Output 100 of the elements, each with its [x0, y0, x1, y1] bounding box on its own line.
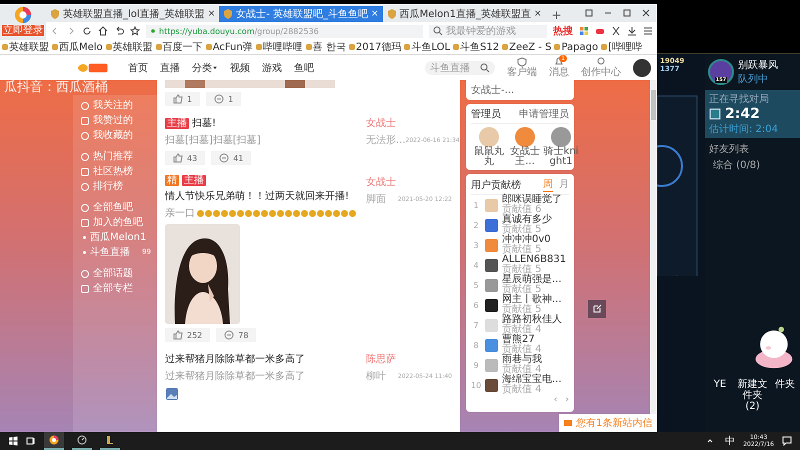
task-view-icon[interactable] [26, 436, 36, 446]
post-title[interactable]: 扫墓! [192, 116, 216, 130]
tab-close-button[interactable]: × [534, 9, 542, 19]
comment-button[interactable]: 78 [216, 328, 256, 342]
new-tab-button[interactable]: + [546, 8, 568, 22]
user-name[interactable]: 曹熊27 [502, 335, 542, 345]
maximize-icon[interactable] [622, 8, 632, 18]
bookmark[interactable]: 西瓜Melo [52, 40, 103, 54]
bell-icon [554, 57, 564, 67]
bookmark[interactable]: [哔哩哔 [601, 40, 642, 54]
hot-search-link[interactable]: 热搜 [553, 24, 573, 38]
post-tag: 主播 [182, 175, 206, 186]
download-icon[interactable] [627, 26, 637, 36]
notification-icon[interactable] [782, 436, 792, 446]
user-name[interactable]: 海绵宝宝电... [502, 375, 562, 385]
dial-icon [77, 435, 87, 445]
user-name[interactable]: 冲冲冲0v0 [502, 235, 551, 245]
rank-number: 2 [472, 220, 480, 230]
close-icon[interactable] [641, 8, 651, 18]
contribution-score: 贡献值 4 [502, 345, 542, 355]
nav-link[interactable]: 游戏 [262, 60, 282, 74]
like-button[interactable]: 43 [165, 151, 206, 165]
like-button[interactable]: 252 [165, 328, 210, 342]
thumbs-up-icon [173, 330, 183, 340]
post-excerpt: 亲一口 [165, 206, 195, 220]
comment-button[interactable]: 1 [206, 92, 242, 106]
admin-name[interactable]: 女战士王... [507, 147, 543, 167]
card-title: 用户贡献榜 [471, 178, 521, 192]
secure-icon [150, 28, 156, 34]
bookmark[interactable]: 英雄联盟 [2, 40, 49, 54]
tab-close-button[interactable]: × [371, 9, 379, 19]
user-avatar[interactable] [633, 58, 651, 76]
bookmark[interactable]: Papago [554, 42, 598, 52]
nav-link[interactable]: 分类 [192, 60, 218, 74]
post-tag: 精 [165, 175, 179, 186]
rank-number: 6 [472, 300, 480, 310]
bookmark[interactable]: 斗鱼S12 [453, 40, 500, 54]
browser-tab[interactable]: 英雄联盟直播_lol直播_英雄联盟 × [46, 6, 220, 22]
start-icon[interactable] [8, 436, 18, 446]
admin-name[interactable]: 鼠鼠丸丸 [471, 147, 507, 167]
user-avatar[interactable] [485, 298, 498, 312]
comment-button[interactable]: 41 [211, 151, 252, 165]
desktop-icon-label[interactable]: 新建文件夹 (2) [738, 379, 768, 412]
contribution-score: 贡献值 5 [502, 245, 542, 255]
header-tool-button[interactable]: 创作中心 [581, 57, 621, 78]
thumbs-up-icon [173, 153, 183, 163]
user-avatar[interactable] [485, 258, 498, 272]
write-post-button[interactable] [588, 300, 606, 318]
nav-link[interactable]: 鱼吧 [294, 60, 314, 74]
input-method-indicator[interactable]: 中 [725, 434, 736, 448]
comment-icon [219, 153, 230, 163]
user-name[interactable]: 星辰萌强是... [502, 275, 562, 285]
browser-tab[interactable]: 西瓜Melon1直播_英雄联盟直 × [382, 6, 546, 22]
browser-tab[interactable]: 女战士- 英雄联盟吧_斗鱼鱼吧 × [219, 6, 383, 22]
shield-icon [223, 9, 234, 19]
bookmark[interactable]: ZeeZ - S [502, 42, 552, 52]
apply-admin-link[interactable]: 申请管理员 [519, 107, 569, 121]
bookmark[interactable]: 斗鱼LOL [404, 40, 450, 54]
bookmark[interactable]: AcFun弹 [206, 40, 253, 54]
undo-icon[interactable] [114, 26, 124, 36]
user-name[interactable]: 网主丨歌神... [502, 295, 562, 305]
bookmark[interactable]: 2017德玛 [348, 40, 402, 54]
desktop-icon-label[interactable]: 件夹 [770, 379, 800, 412]
bookmark[interactable]: 英雄联盟 [106, 40, 153, 54]
scrollbar[interactable] [650, 80, 657, 414]
menu-icon[interactable] [643, 26, 653, 36]
shield-icon [517, 57, 527, 67]
user-avatar[interactable] [485, 378, 498, 392]
browser-logo-icon[interactable] [14, 6, 32, 24]
post-title[interactable]: 情人节快乐兄弟萌！！过两天就回来开播! [165, 189, 350, 203]
user-name[interactable]: ALLEN6B831 [502, 255, 566, 265]
browser-taskbar-button[interactable] [44, 432, 64, 450]
bookmark[interactable]: 百度一下 [156, 40, 203, 54]
group-name[interactable]: 女战士-... [471, 85, 514, 96]
star-icon[interactable] [130, 26, 140, 36]
user-name[interactable]: 路路初秋佳人 [502, 315, 562, 325]
bookmark[interactable]: 哔哩哔哩 [256, 40, 303, 54]
apps-icon[interactable] [579, 26, 589, 36]
user-name[interactable]: 郎咪误睡觉了 [502, 195, 562, 205]
user-name[interactable]: 真诚有多少 [502, 215, 552, 225]
image-thumbnail-icon[interactable] [165, 387, 179, 401]
home-icon[interactable] [98, 26, 108, 36]
login-badge[interactable]: 立即登录 [2, 25, 44, 36]
comment-icon [214, 94, 224, 104]
desktop-icon-label[interactable]: YE [705, 379, 735, 412]
contribution-score: 贡献值 4 [502, 365, 542, 375]
bookmark[interactable]: 喜 한국 [306, 40, 346, 54]
nav-link[interactable]: 首页 [128, 60, 148, 74]
like-button[interactable]: 1 [165, 92, 200, 106]
nav-link[interactable]: 视频 [230, 60, 250, 74]
reload-icon[interactable] [82, 26, 92, 36]
shield-icon [386, 9, 397, 19]
user-name[interactable]: 雨巷与我 [502, 355, 542, 365]
admin-avatar[interactable] [551, 127, 571, 147]
nav-link[interactable]: 直播 [160, 60, 180, 74]
friend-group[interactable]: 综合 (0/8) [705, 158, 800, 172]
post-title[interactable]: 过来帮猪月除除草都一米多高了 [165, 352, 305, 366]
header-tool-button[interactable]: 客户端 [507, 57, 537, 78]
tab-close-button[interactable]: × [208, 9, 216, 19]
post-excerpt: 扫墓[扫墓]扫墓[扫墓] [165, 134, 261, 147]
